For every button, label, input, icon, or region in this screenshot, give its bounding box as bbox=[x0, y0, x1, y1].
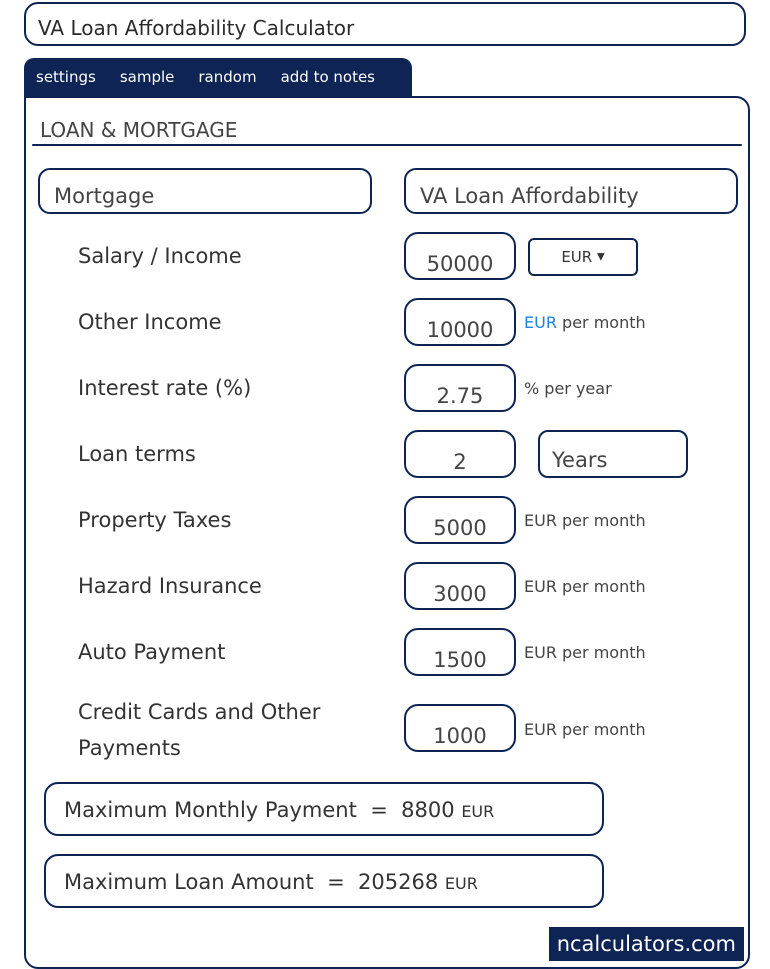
loan-terms-label: Loan terms bbox=[78, 442, 196, 466]
other-income-period: per month bbox=[562, 313, 646, 332]
currency-value: EUR bbox=[561, 248, 593, 266]
hazard-insurance-unit: EUR per month bbox=[524, 577, 646, 596]
tab-settings[interactable]: settings bbox=[24, 58, 108, 96]
calculator-select[interactable]: VA Loan Affordability bbox=[404, 168, 738, 214]
caret-down-icon: ▼ bbox=[596, 251, 605, 263]
hazard-insurance-label: Hazard Insurance bbox=[78, 574, 262, 598]
calculator-title: VA Loan Affordability Calculator bbox=[38, 16, 355, 40]
max-loan-amount-result: Maximum Loan Amount = 205268 EUR bbox=[44, 854, 604, 908]
max-monthly-payment-result: Maximum Monthly Payment = 8800 EUR bbox=[44, 782, 604, 836]
max-monthly-payment-currency: EUR bbox=[461, 802, 495, 821]
hazard-insurance-input[interactable]: 3000 bbox=[404, 562, 516, 610]
other-income-unit: EUR per month bbox=[524, 313, 646, 332]
interest-input[interactable]: 2.75 bbox=[404, 364, 516, 412]
max-loan-amount-label: Maximum Loan Amount bbox=[64, 870, 314, 894]
loan-terms-period-select[interactable]: Years bbox=[538, 430, 688, 478]
property-taxes-label: Property Taxes bbox=[78, 508, 232, 532]
max-monthly-payment-value: 8800 bbox=[401, 798, 455, 822]
toolbar-tabs: settings sample random add to notes bbox=[24, 58, 412, 96]
currency-dropdown[interactable]: EUR ▼ bbox=[528, 238, 638, 276]
auto-payment-input[interactable]: 1500 bbox=[404, 628, 516, 676]
category-select[interactable]: Mortgage bbox=[38, 168, 372, 214]
max-monthly-payment-label: Maximum Monthly Payment bbox=[64, 798, 357, 822]
max-loan-amount-currency: EUR bbox=[444, 874, 478, 893]
interest-label: Interest rate (%) bbox=[78, 376, 252, 400]
auto-payment-unit: EUR per month bbox=[524, 643, 646, 662]
calculator-title-box: VA Loan Affordability Calculator bbox=[24, 2, 746, 46]
other-income-currency: EUR bbox=[524, 313, 557, 332]
credit-cards-unit: EUR per month bbox=[524, 720, 646, 739]
tab-random[interactable]: random bbox=[186, 58, 268, 96]
credit-cards-label-line2: Payments bbox=[78, 736, 181, 760]
property-taxes-unit: EUR per month bbox=[524, 511, 646, 530]
section-title: LOAN & MORTGAGE bbox=[40, 118, 238, 142]
property-taxes-input[interactable]: 5000 bbox=[404, 496, 516, 544]
salary-label: Salary / Income bbox=[78, 244, 242, 268]
brand-link[interactable]: ncalculators.com bbox=[548, 927, 744, 961]
other-income-input[interactable]: 10000 bbox=[404, 298, 516, 346]
section-divider bbox=[32, 144, 742, 146]
credit-cards-label-line1: Credit Cards and Other bbox=[78, 700, 321, 724]
auto-payment-label: Auto Payment bbox=[78, 640, 226, 664]
calculator-panel: LOAN & MORTGAGE Mortgage VA Loan Afforda… bbox=[24, 96, 750, 969]
equals-sign: = bbox=[327, 870, 345, 894]
salary-input[interactable]: 50000 bbox=[404, 232, 516, 280]
credit-cards-input[interactable]: 1000 bbox=[404, 704, 516, 752]
tab-add-to-notes[interactable]: add to notes bbox=[269, 58, 387, 96]
other-income-label: Other Income bbox=[78, 310, 222, 334]
max-loan-amount-value: 205268 bbox=[358, 870, 439, 894]
equals-sign: = bbox=[370, 798, 388, 822]
tab-sample[interactable]: sample bbox=[108, 58, 187, 96]
loan-terms-input[interactable]: 2 bbox=[404, 430, 516, 478]
interest-unit: % per year bbox=[524, 379, 612, 398]
